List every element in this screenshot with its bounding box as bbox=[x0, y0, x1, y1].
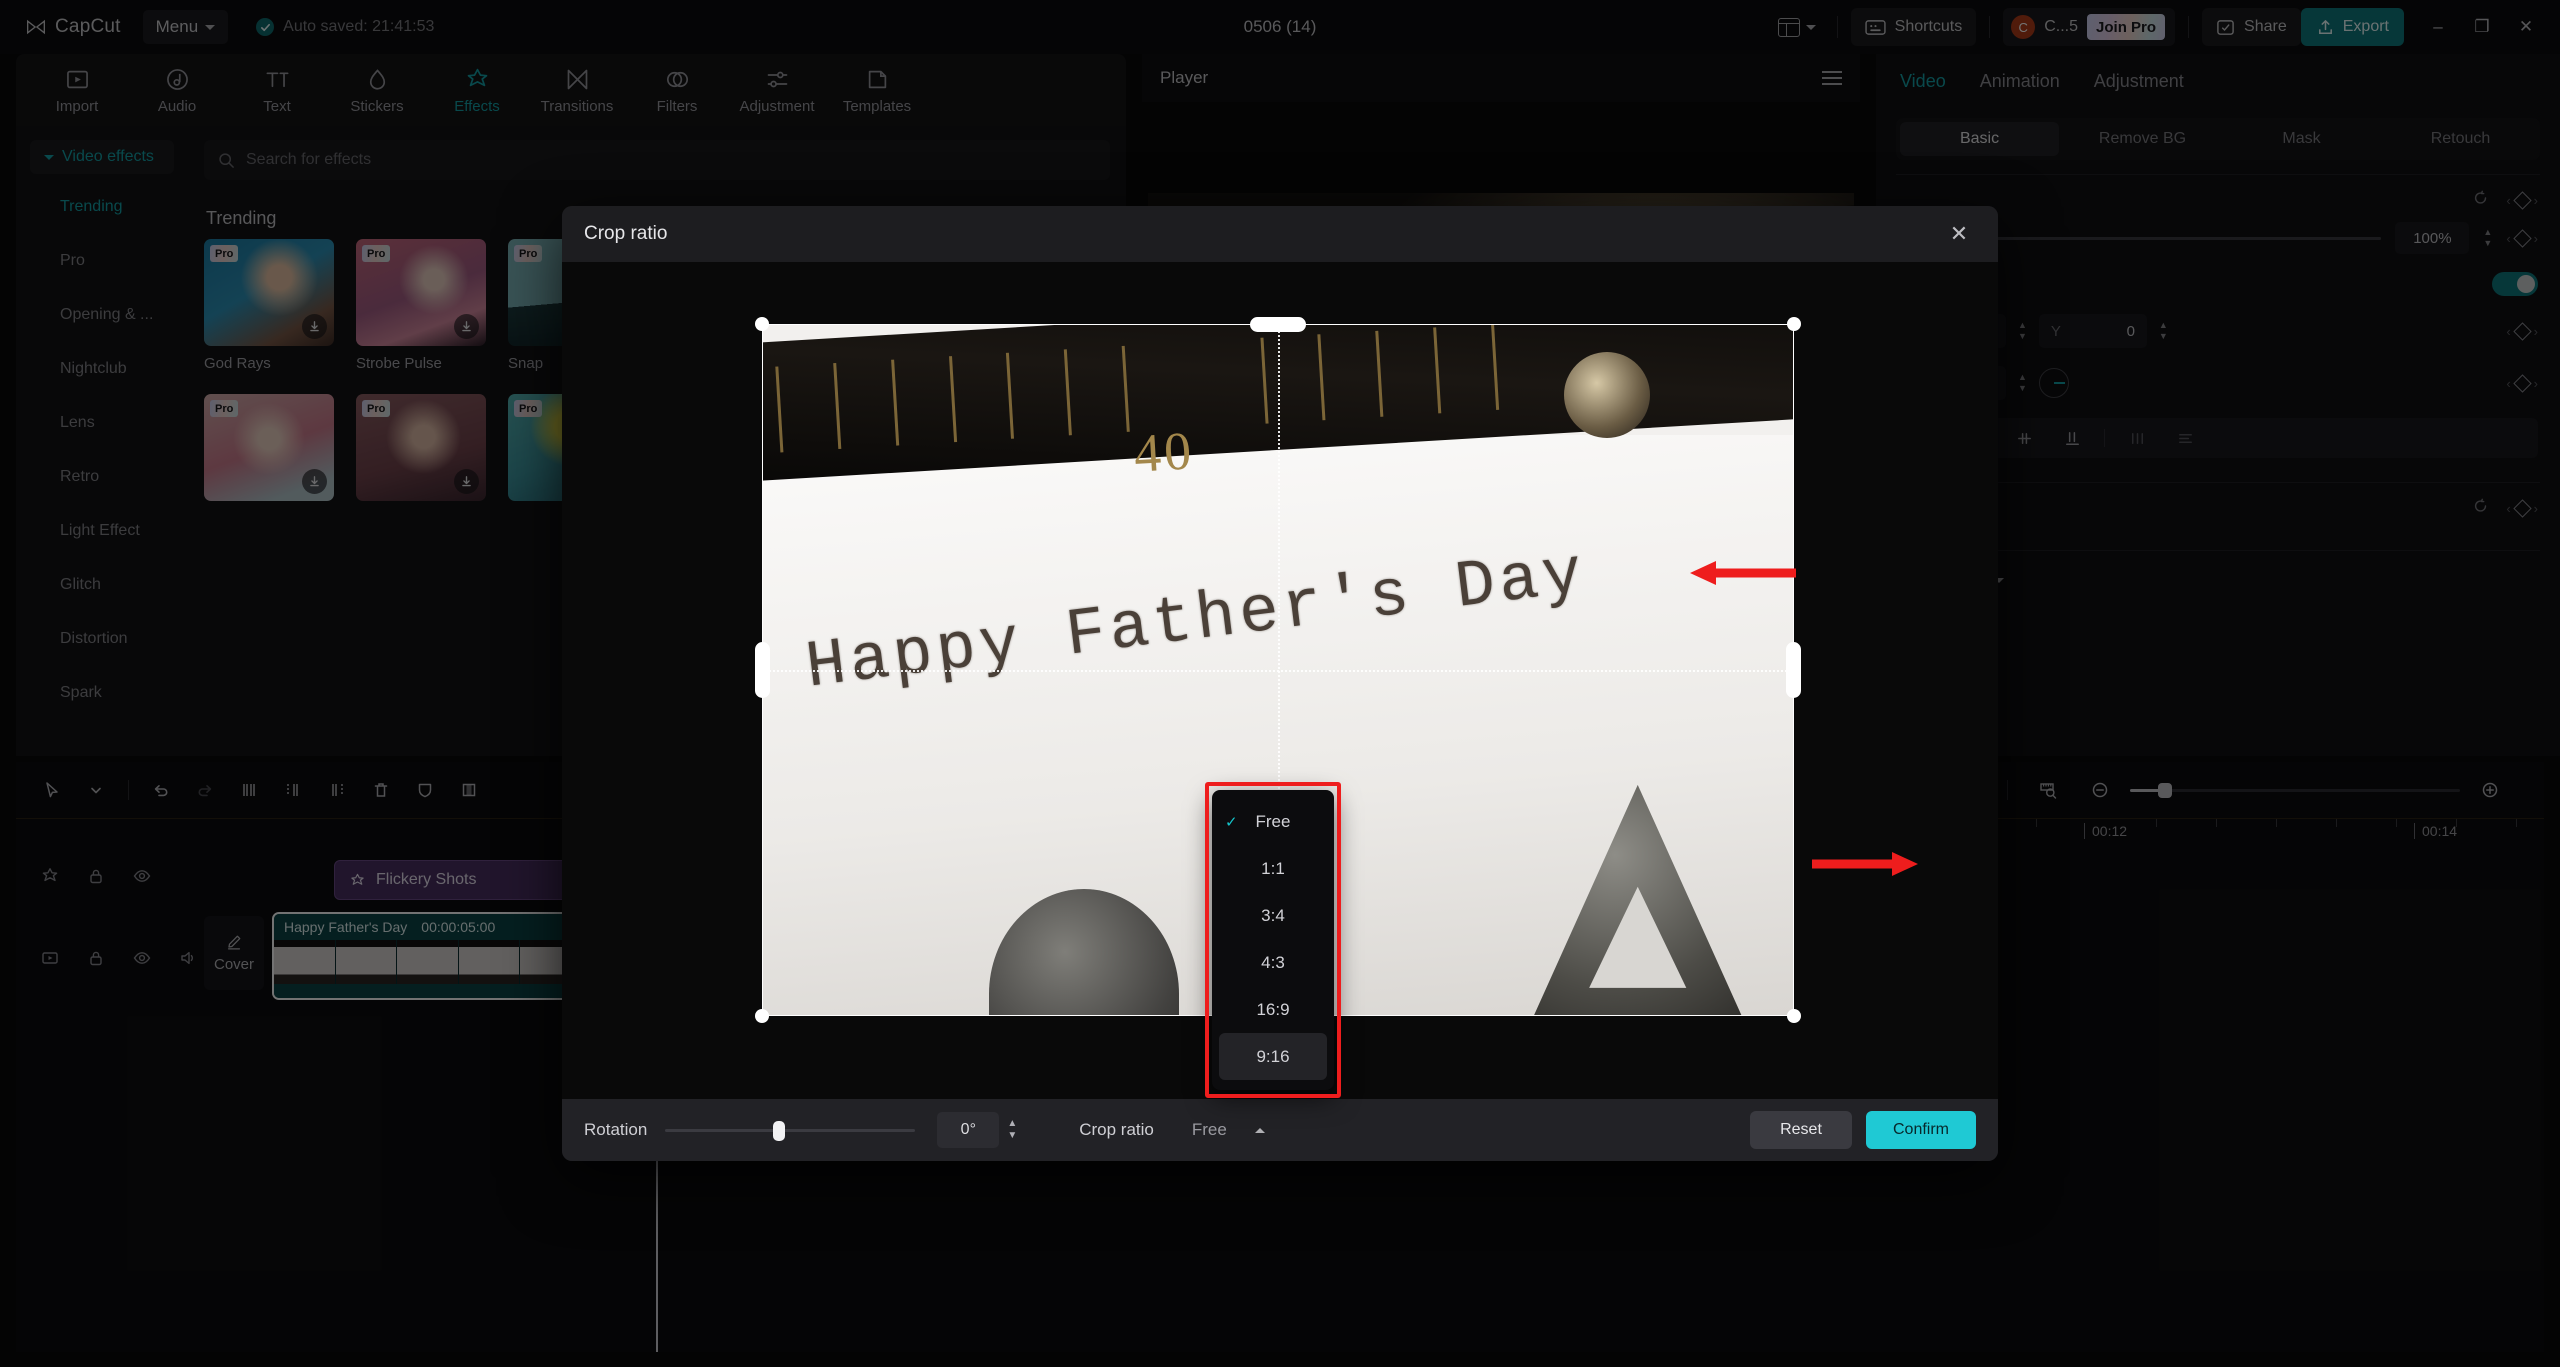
crop-ratio-dropdown[interactable]: ✓ Free 1:1 3:4 4:3 16:9 9:16 bbox=[1212, 790, 1334, 1090]
ratio-label: 9:16 bbox=[1219, 1047, 1327, 1067]
ratio-option-3-4[interactable]: 3:4 bbox=[1212, 892, 1334, 939]
crop-handle-left[interactable] bbox=[755, 642, 770, 698]
crop-ratio-label: Crop ratio bbox=[1079, 1120, 1154, 1140]
crop-handle-bottom-right[interactable] bbox=[1787, 1009, 1801, 1023]
rotation-label: Rotation bbox=[584, 1120, 647, 1140]
dialog-actions: Reset Confirm bbox=[1750, 1111, 1976, 1149]
rotation-value[interactable]: 0° bbox=[937, 1112, 999, 1148]
crop-handle-bottom-left[interactable] bbox=[755, 1009, 769, 1023]
ratio-option-1-1[interactable]: 1:1 bbox=[1212, 845, 1334, 892]
crop-handle-right[interactable] bbox=[1786, 642, 1801, 698]
ratio-label: 3:4 bbox=[1212, 906, 1334, 926]
chevron-up-icon[interactable] bbox=[1255, 1128, 1265, 1133]
reset-button[interactable]: Reset bbox=[1750, 1111, 1852, 1149]
close-icon[interactable]: ✕ bbox=[1942, 217, 1976, 251]
ratio-label: Free bbox=[1212, 812, 1334, 832]
crop-handle-top-right[interactable] bbox=[1787, 317, 1801, 331]
crop-ratio-value[interactable]: Free bbox=[1192, 1120, 1227, 1140]
dialog-footer: Rotation 0° ▲▼ Crop ratio Free Reset Con… bbox=[562, 1099, 1998, 1161]
ratio-label: 16:9 bbox=[1212, 1000, 1334, 1020]
ratio-option-free[interactable]: ✓ Free bbox=[1212, 798, 1334, 845]
annotation-arrow-left bbox=[1688, 556, 1798, 590]
ratio-option-4-3[interactable]: 4:3 bbox=[1212, 939, 1334, 986]
crop-handle-top[interactable] bbox=[1250, 317, 1306, 332]
ratio-option-9-16[interactable]: 9:16 bbox=[1219, 1033, 1327, 1080]
confirm-button[interactable]: Confirm bbox=[1866, 1111, 1976, 1149]
ratio-option-16-9[interactable]: 16:9 bbox=[1212, 986, 1334, 1033]
capcut-window: CapCut Menu Auto saved: 21:41:53 0506 (1… bbox=[0, 0, 2560, 1367]
ratio-label: 1:1 bbox=[1212, 859, 1334, 879]
annotation-arrow-right bbox=[1810, 847, 1920, 881]
crop-handle-top-left[interactable] bbox=[755, 317, 769, 331]
rotation-stepper[interactable]: ▲▼ bbox=[1007, 1119, 1017, 1141]
ratio-label: 4:3 bbox=[1212, 953, 1334, 973]
rotation-slider[interactable] bbox=[665, 1129, 915, 1132]
crop-guide-horizontal bbox=[762, 670, 1794, 672]
dialog-title: Crop ratio bbox=[584, 223, 667, 245]
dialog-header: Crop ratio ✕ bbox=[562, 206, 1998, 262]
